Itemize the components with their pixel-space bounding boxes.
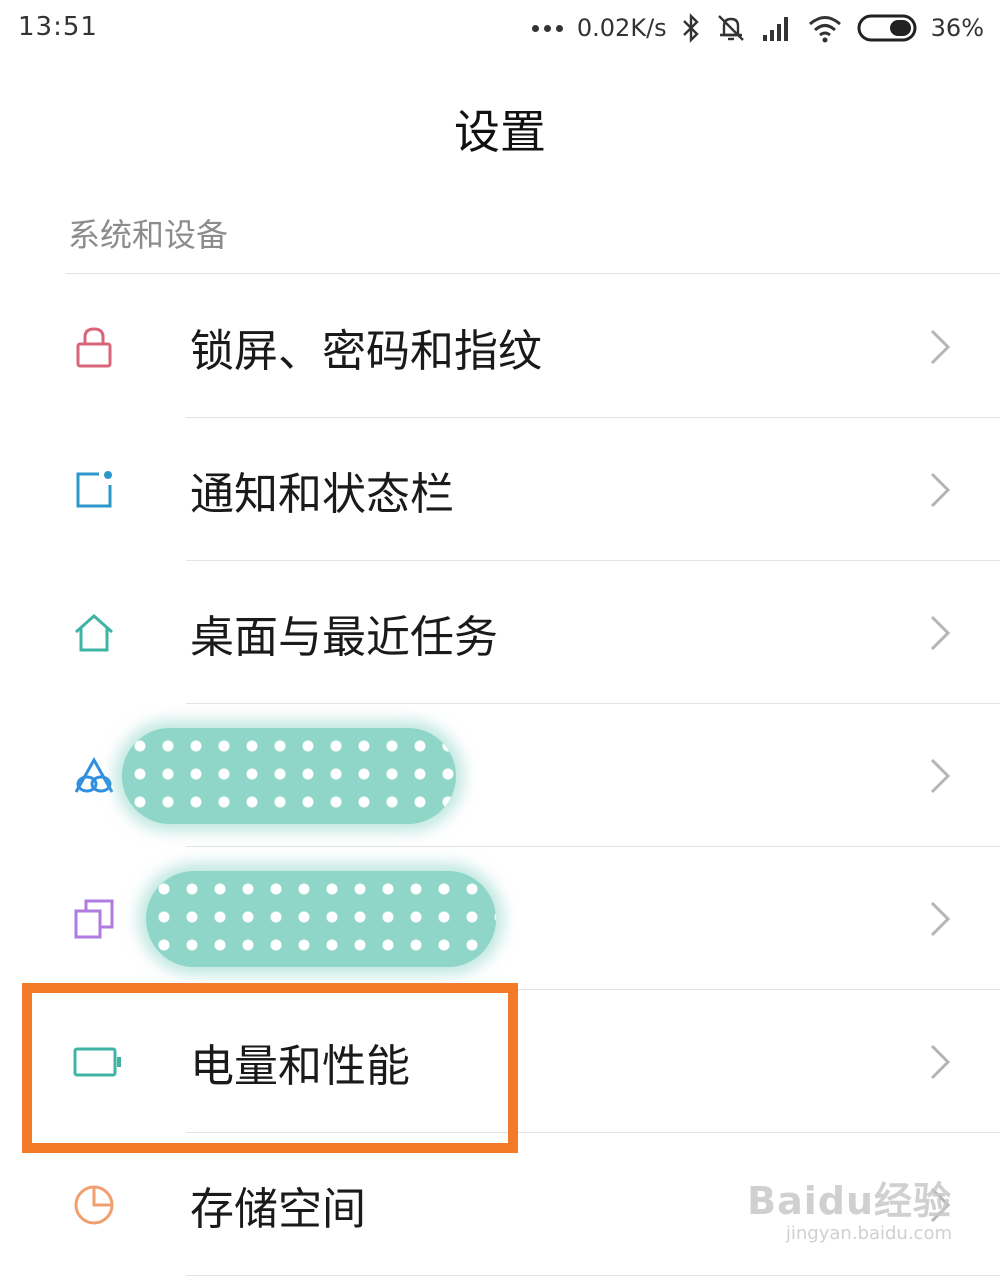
lock-icon: [70, 323, 118, 371]
home-icon: [70, 609, 118, 657]
battery-percent: 36%: [930, 14, 984, 42]
chevron-right-icon: [930, 1044, 951, 1079]
silent-bell-icon: [717, 15, 744, 41]
net-speed: 0.02K/s: [576, 14, 667, 42]
divider: [186, 1275, 1000, 1276]
storage-pie-icon: [70, 1181, 118, 1229]
chevron-right-icon: [930, 615, 951, 650]
menu-item-lock-screen[interactable]: 锁屏、密码和指纹: [0, 275, 1000, 418]
status-bar: 13:51 0.02K/s 36%: [0, 0, 1000, 58]
settings-list: 锁屏、密码和指纹 通知和状态栏 桌面与最近任务 电量和性能 存储空间: [0, 275, 1000, 1276]
menu-item-label: 桌面与最近任务: [190, 611, 498, 663]
section-header: 系统和设备: [68, 216, 229, 254]
wifi-icon: [808, 16, 841, 43]
menu-item-label: 电量和性能: [190, 1040, 410, 1092]
bluetooth-icon: [682, 13, 699, 43]
redacted-label: [122, 727, 456, 824]
battery-icon: [70, 1038, 126, 1086]
battery-saver-toggle-icon: [857, 13, 917, 43]
menu-item-redacted-1[interactable]: [0, 704, 1000, 847]
status-icons: 0.02K/s 36%: [531, 10, 984, 46]
menu-item-redacted-2[interactable]: [0, 847, 1000, 990]
watermark-logo: Baidu经验 jingyan.baidu.com: [747, 1170, 952, 1244]
menu-item-notifications[interactable]: 通知和状态栏: [0, 418, 1000, 561]
chevron-right-icon: [930, 901, 951, 936]
signal-icon: [762, 17, 788, 41]
menu-item-label: 通知和状态栏: [190, 468, 454, 520]
chevron-right-icon: [930, 472, 951, 507]
notification-icon: [70, 466, 118, 514]
ai-assistant-icon: [70, 752, 118, 800]
more-dots-icon: [531, 24, 563, 32]
status-time: 13:51: [18, 12, 98, 42]
watermark-sub: jingyan.baidu.com: [785, 1223, 952, 1244]
menu-item-home-screen[interactable]: 桌面与最近任务: [0, 561, 1000, 704]
chevron-right-icon: [930, 758, 951, 793]
menu-item-label: 锁屏、密码和指纹: [190, 325, 542, 377]
page-title: 设置: [454, 105, 546, 159]
divider: [66, 273, 1000, 274]
menu-item-battery-performance[interactable]: 电量和性能: [0, 990, 1000, 1133]
chevron-right-icon: [930, 329, 951, 364]
watermark-main: Baidu经验: [747, 1179, 952, 1223]
redacted-label: [146, 870, 496, 967]
menu-item-label: 存储空间: [190, 1183, 366, 1235]
dual-apps-icon: [70, 895, 118, 943]
